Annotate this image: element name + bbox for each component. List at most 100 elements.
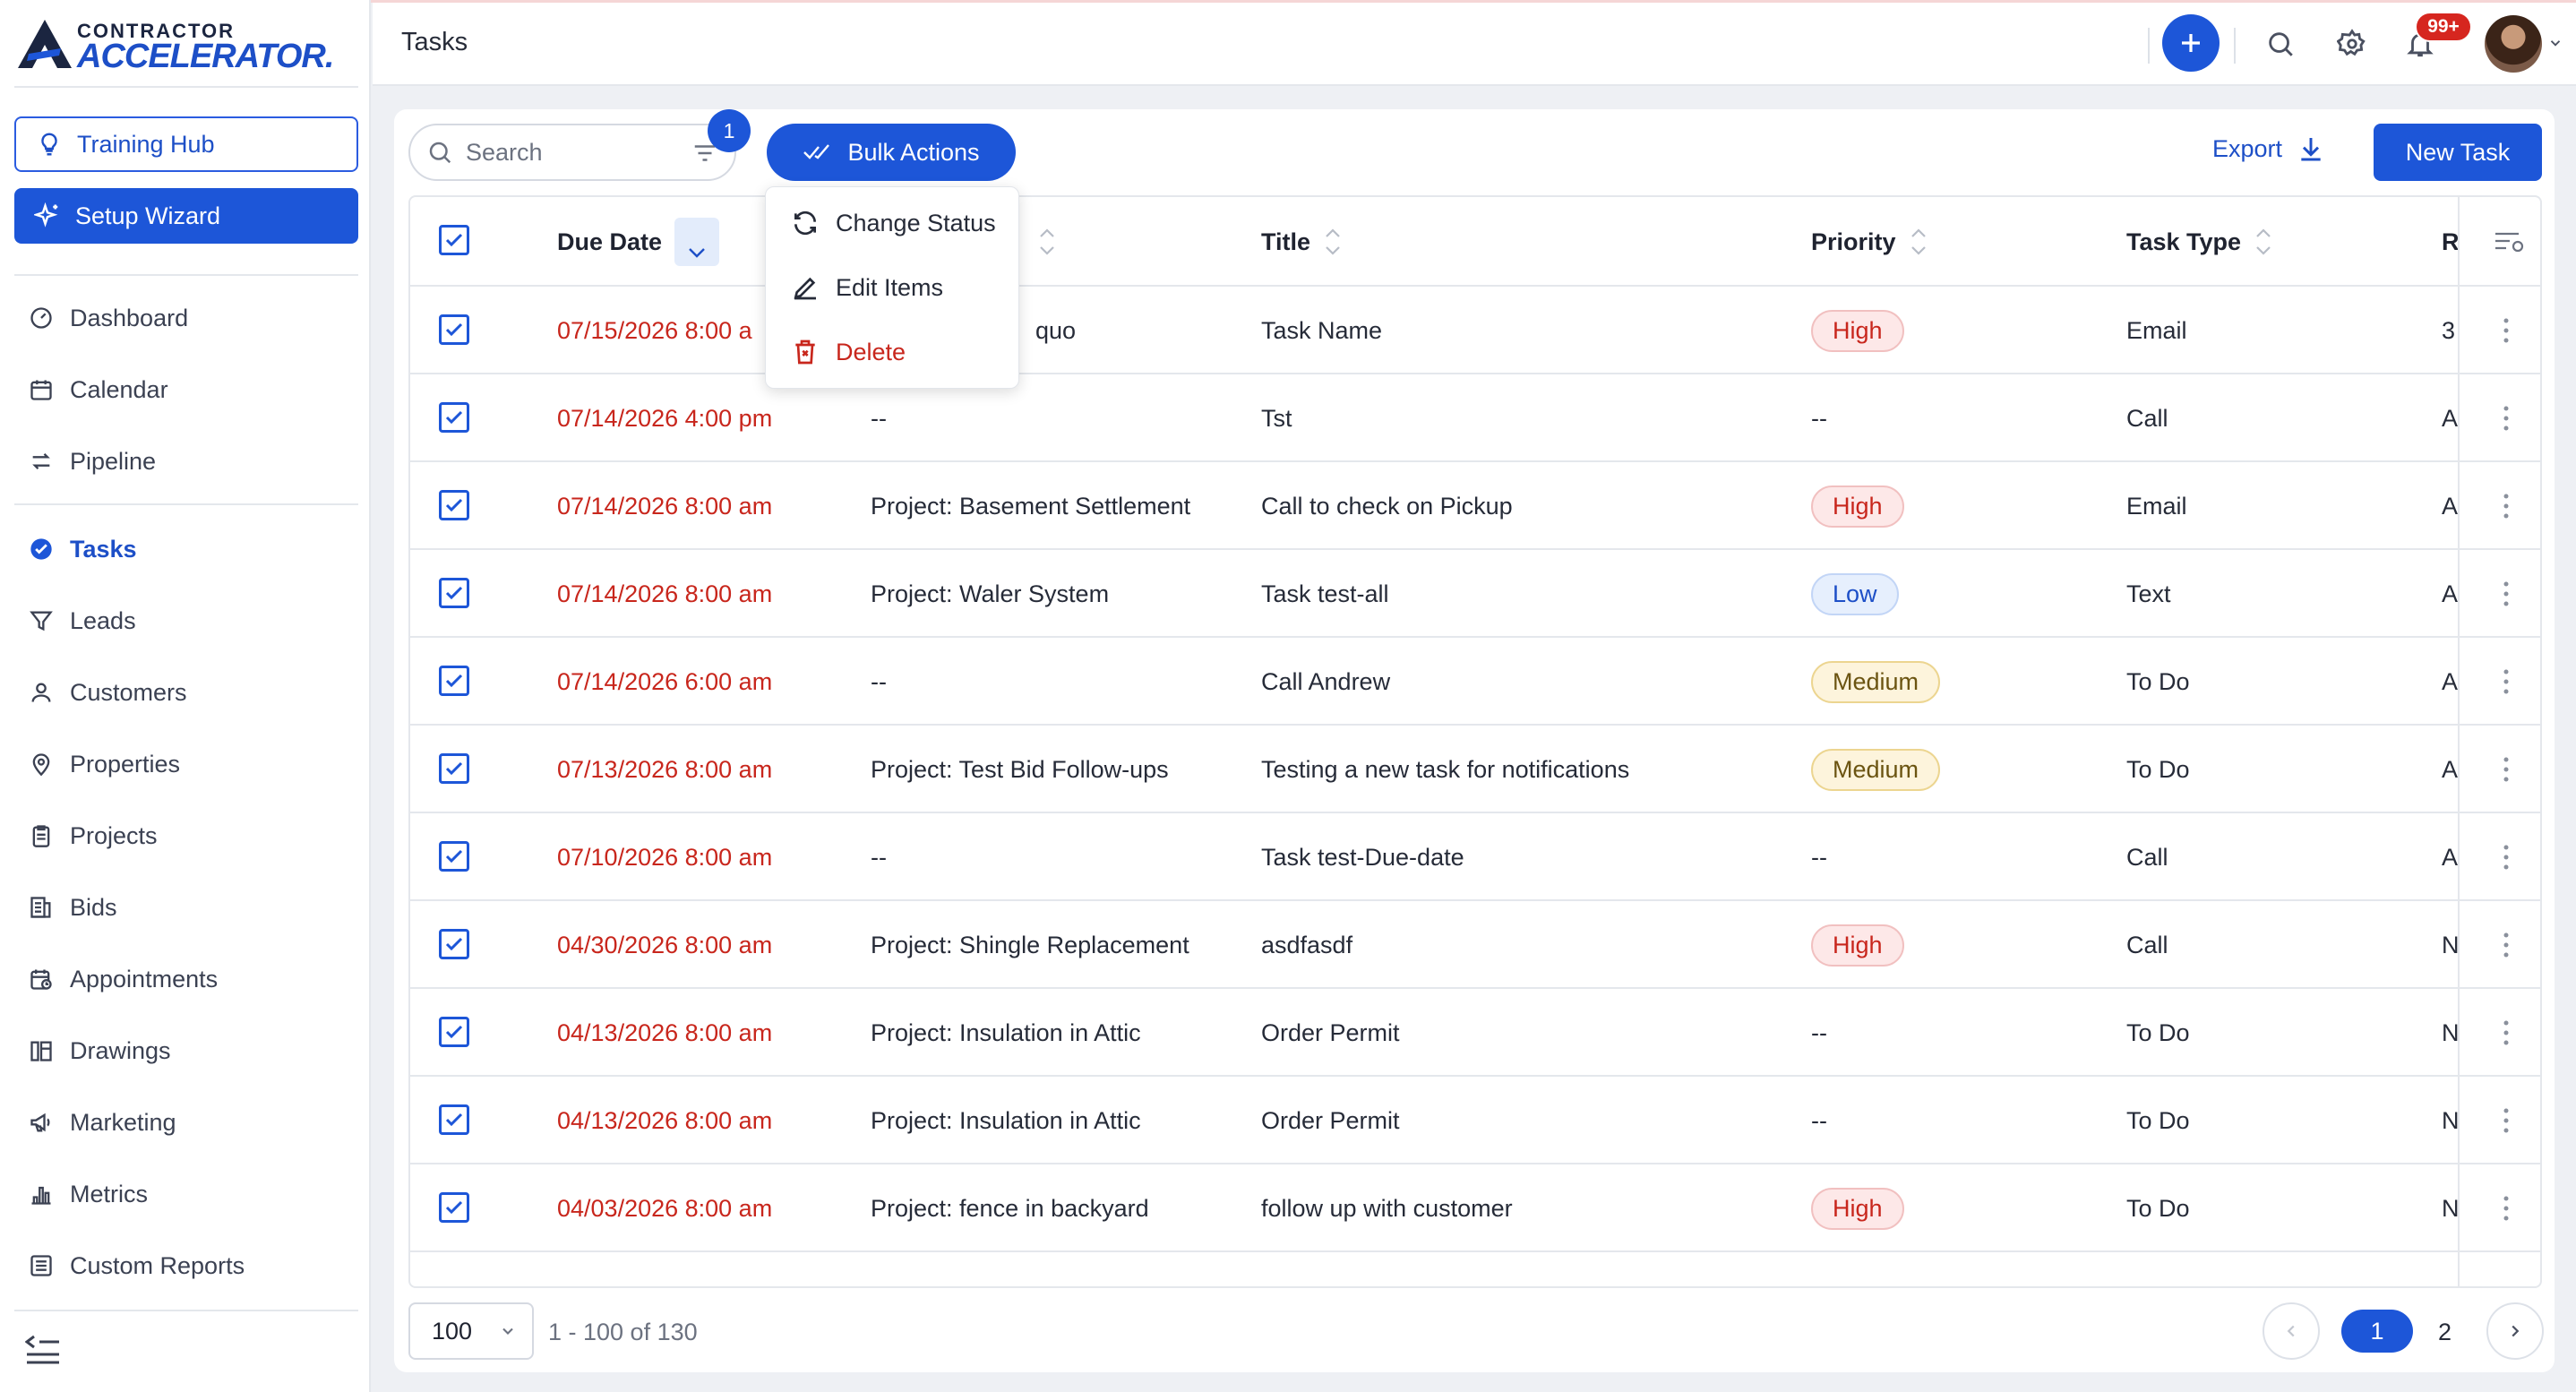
related-cell[interactable]: -- [871,813,1247,901]
title-cell[interactable]: Call Andrew [1261,638,1799,726]
column-settings-button[interactable] [2494,197,2526,287]
sidebar-item-appointments[interactable]: Appointments [27,959,218,999]
row-checkbox[interactable] [439,1192,469,1223]
collapse-sidebar-button[interactable] [24,1333,61,1370]
export-button[interactable]: Export [2212,134,2325,163]
title-cell[interactable]: Task test-all [1261,550,1799,638]
table-row[interactable]: 04/13/2026 8:00 am Project: Insulation in… [410,989,2540,1077]
sidebar-item-bids[interactable]: Bids [27,888,117,927]
row-checkbox[interactable] [439,929,469,959]
per-page-select[interactable]: 100 [408,1302,534,1360]
row-actions-button[interactable] [2503,550,2510,638]
row-actions-button[interactable] [2503,462,2510,550]
sidebar-item-calendar[interactable]: Calendar [27,370,168,409]
column-header-due-date[interactable]: Due Date [557,197,720,287]
table-row[interactable]: 07/14/2026 8:00 am Project: Basement Sett… [410,462,2540,550]
bulk-actions-button[interactable]: Bulk Actions [767,124,1016,181]
related-cell[interactable]: Project: Insulation in Attic [871,989,1247,1077]
table-row[interactable]: 04/13/2026 8:00 am Project: Insulation in… [410,1077,2540,1164]
sidebar-item-dashboard[interactable]: Dashboard [27,298,188,338]
row-checkbox[interactable] [439,666,469,696]
menu-item-delete[interactable]: Delete [766,323,1018,381]
sidebar-item-leads[interactable]: Leads [27,601,136,640]
row-checkbox[interactable] [439,578,469,608]
row-actions-button[interactable] [2503,726,2510,813]
sidebar-item-drawings[interactable]: Drawings [27,1031,171,1070]
menu-item-edit-items[interactable]: Edit Items [766,259,1018,316]
row-checkbox[interactable] [439,1104,469,1135]
related-cell[interactable]: Project: Basement Settlement [871,462,1247,550]
row-checkbox[interactable] [439,402,469,433]
table-row[interactable]: 07/10/2026 8:00 am -- Task test-Due-date --… [410,813,2540,901]
training-hub-button[interactable]: Training Hub [14,116,358,172]
search-button[interactable] [2263,26,2298,62]
row-actions-button[interactable] [2503,287,2510,374]
table-row[interactable]: 04/30/2026 8:00 am Project: Shingle Repla… [410,901,2540,989]
setup-wizard-button[interactable]: Setup Wizard [14,188,358,244]
table-row[interactable]: 04/03/2026 8:00 am Project: fence in back… [410,1164,2540,1252]
related-cell[interactable]: Project: Waler System [871,550,1247,638]
sidebar-item-marketing[interactable]: Marketing [27,1103,176,1142]
select-all-checkbox[interactable] [439,225,469,255]
related-cell[interactable]: -- [871,638,1247,726]
related-cell[interactable]: Project: Shingle Replacement [871,901,1247,989]
row-checkbox[interactable] [439,314,469,345]
row-checkbox[interactable] [439,1286,469,1288]
quick-add-button[interactable] [2162,14,2220,72]
title-cell[interactable]: Order Permit [1261,989,1799,1077]
title-cell[interactable]: Task Name [1261,287,1799,374]
menu-item-change-status[interactable]: Change Status [766,194,1018,252]
column-header-r[interactable]: R [2442,197,2460,287]
related-cell[interactable]: Project: fence in backyard [871,1164,1247,1252]
row-actions-button[interactable] [2503,1077,2510,1164]
title-cell[interactable]: Task test-Due-date [1261,813,1799,901]
row-actions-button[interactable] [2503,638,2510,726]
column-header-priority[interactable]: Priority [1811,197,1928,287]
user-avatar[interactable] [2485,15,2542,73]
search-box[interactable] [408,124,736,181]
row-checkbox[interactable] [439,1017,469,1047]
sidebar-item-customers[interactable]: Customers [27,673,187,712]
table-row[interactable]: 07/15/2026 8:00 a quo Task Name High Email 3 [410,287,2540,374]
title-cell[interactable]: Call to check on Pickup [1261,462,1799,550]
row-actions-button[interactable] [2503,813,2510,901]
page-button-current[interactable]: 1 [2341,1310,2413,1353]
title-cell[interactable]: asdfasdf [1261,901,1799,989]
title-cell[interactable]: Order Permit [1261,1077,1799,1164]
title-cell[interactable]: follow up with customer [1261,1164,1799,1252]
sidebar-item-projects[interactable]: Projects [27,816,158,855]
sort-button[interactable] [2254,222,2273,262]
row-actions-button[interactable] [2503,1164,2510,1252]
related-cell[interactable]: Project: Test Bid Follow-ups [871,726,1247,813]
app-logo[interactable]: CONTRACTOR ACCELERATOR. [16,18,334,75]
title-cell[interactable]: Testing a new task for notifications [1261,726,1799,813]
table-row[interactable]: 07/13/2026 8:00 am Project: Test Bid Foll… [410,726,2540,813]
column-header-task-type[interactable]: Task Type [2126,197,2273,287]
page-button-2[interactable]: 2 [2438,1319,2451,1346]
sidebar-item-custom-reports[interactable]: Custom Reports [27,1246,245,1285]
sidebar-item-pipeline[interactable]: Pipeline [27,442,156,481]
column-header-related[interactable] [1037,197,1057,287]
sidebar-item-properties[interactable]: Properties [27,744,180,784]
row-checkbox[interactable] [439,841,469,872]
row-actions-button[interactable] [2503,901,2510,989]
new-task-button[interactable]: New Task [2374,124,2542,181]
table-row[interactable]: 07/14/2026 4:00 pm -- Tst -- Call A [410,374,2540,462]
table-row[interactable]: 07/14/2026 6:00 am -- Call Andrew Medium To … [410,638,2540,726]
column-header-title[interactable]: Title [1261,197,1343,287]
user-menu-toggle[interactable] [2547,35,2563,56]
row-checkbox[interactable] [439,753,469,784]
row-actions-button[interactable] [2503,989,2510,1077]
prev-page-button[interactable] [2263,1302,2320,1360]
related-cell[interactable]: Project: Insulation in Attic [871,1077,1247,1164]
table-row[interactable]: 07/14/2026 8:00 am Project: Waler System T… [410,550,2540,638]
row-checkbox[interactable] [439,490,469,520]
title-cell[interactable]: Tst [1261,374,1799,462]
sidebar-item-metrics[interactable]: Metrics [27,1174,148,1214]
related-cell[interactable]: quo [1035,287,1215,374]
sort-button[interactable] [1037,222,1057,262]
next-page-button[interactable] [2486,1302,2544,1360]
row-actions-button[interactable] [2503,374,2510,462]
search-input[interactable] [466,138,672,167]
sidebar-item-tasks[interactable]: Tasks [27,529,137,569]
